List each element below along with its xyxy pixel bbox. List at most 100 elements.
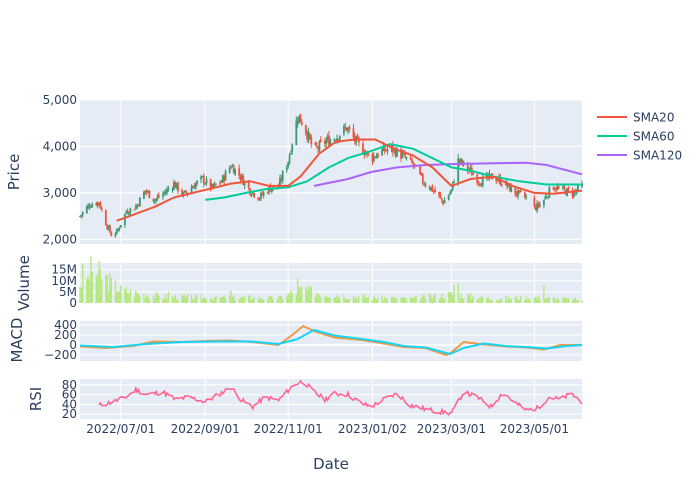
volume-bar <box>476 299 478 303</box>
volume-bar <box>358 296 360 303</box>
volume-bar <box>374 297 376 303</box>
candle-body <box>99 202 102 209</box>
volume-bar <box>209 299 212 303</box>
volume-bar <box>155 292 157 303</box>
volume-bar <box>228 295 231 303</box>
volume-bar <box>352 295 355 303</box>
volume-bar <box>423 294 425 303</box>
volume-bar <box>415 296 417 303</box>
candle-body <box>424 184 427 186</box>
volume-bar <box>344 298 346 303</box>
volume-bar <box>154 297 156 303</box>
volume-bar <box>442 298 444 303</box>
volume-bar <box>362 295 364 303</box>
volume-bar <box>267 299 269 303</box>
x-tick-label: 2023/05/01 <box>500 422 569 436</box>
volume-bar <box>364 297 367 303</box>
volume-bar <box>518 300 521 303</box>
candle-body <box>314 142 317 145</box>
volume-bar <box>213 297 216 303</box>
volume-bar <box>545 298 548 303</box>
legend-label-sma120: SMA120 <box>633 149 682 163</box>
candle-body <box>109 225 111 233</box>
volume-bar <box>212 300 215 303</box>
volume-bar <box>393 296 395 303</box>
candle-body <box>162 193 164 197</box>
volume-bar <box>412 297 415 303</box>
volume-bar <box>558 299 560 303</box>
volume-bar <box>422 295 424 303</box>
volume-bar <box>268 296 270 303</box>
volume-bar <box>469 293 472 303</box>
volume-bar <box>515 296 518 303</box>
volume-bar <box>396 297 398 303</box>
volume-bar <box>277 296 280 303</box>
volume-bar <box>288 293 291 303</box>
volume-bar <box>441 293 443 303</box>
volume-bar <box>250 299 253 303</box>
plot-area-volume <box>80 263 582 303</box>
candle-body <box>117 229 119 231</box>
volume-bar <box>185 296 187 303</box>
candle-body <box>315 145 318 147</box>
volume-bar <box>194 294 197 303</box>
volume-bar <box>452 295 454 303</box>
volume-bar <box>325 296 327 303</box>
candle-body <box>538 204 541 207</box>
candle-body <box>128 213 130 215</box>
volume-bar <box>507 296 510 303</box>
volume-bar <box>547 296 549 303</box>
volume-bar <box>234 299 236 303</box>
volume-bar <box>488 299 491 303</box>
candle-body <box>411 159 413 163</box>
volume-bar <box>128 293 130 303</box>
volume-bar <box>447 292 450 303</box>
candle-body <box>262 192 265 196</box>
candle-body <box>386 149 389 152</box>
candle-body <box>288 155 291 164</box>
volume-bar <box>87 276 89 303</box>
candle-body <box>343 126 345 134</box>
legend-item-sma60[interactable]: SMA60 <box>597 130 674 144</box>
volume-bar <box>109 273 111 303</box>
volume-bar <box>317 293 319 303</box>
candle-body <box>419 166 422 174</box>
volume-bar <box>272 299 274 303</box>
volume-bar <box>439 298 442 303</box>
candle-body <box>318 141 321 151</box>
volume-bar <box>457 283 459 303</box>
candle-body <box>439 194 442 198</box>
volume-bar <box>552 297 555 303</box>
volume-bar <box>184 295 186 303</box>
candle-body <box>372 155 375 162</box>
candle-body <box>281 171 284 181</box>
volume-bar <box>175 299 178 303</box>
volume-bar <box>271 295 273 303</box>
volume-bar <box>501 298 503 303</box>
volume-bar <box>204 297 206 303</box>
volume-bar <box>401 297 404 303</box>
volume-bar <box>343 294 345 303</box>
candle-body <box>224 171 227 181</box>
volume-bar <box>105 275 107 303</box>
y-tick-label-price: 5,000 <box>43 93 77 107</box>
candle-body <box>81 212 84 216</box>
candle-body <box>333 139 336 141</box>
volume-bar <box>118 291 121 303</box>
legend-item-sma20[interactable]: SMA20 <box>597 111 674 125</box>
candle-body <box>230 167 232 169</box>
y-tick-label-volume: 15M <box>51 263 77 277</box>
volume-bar <box>224 298 227 303</box>
volume-bar <box>88 280 91 303</box>
y-tick-label-price: 3,000 <box>43 186 77 200</box>
volume-bar <box>529 300 532 303</box>
volume-bar <box>363 294 366 303</box>
volume-bar <box>563 298 566 303</box>
volume-bar <box>433 295 435 303</box>
volume-bar <box>192 299 194 303</box>
volume-bar <box>573 298 575 303</box>
volume-bar <box>575 300 578 303</box>
candle-body <box>377 154 379 157</box>
y-axis-title-price: Price <box>5 154 23 191</box>
legend-item-sma120[interactable]: SMA120 <box>597 149 682 163</box>
